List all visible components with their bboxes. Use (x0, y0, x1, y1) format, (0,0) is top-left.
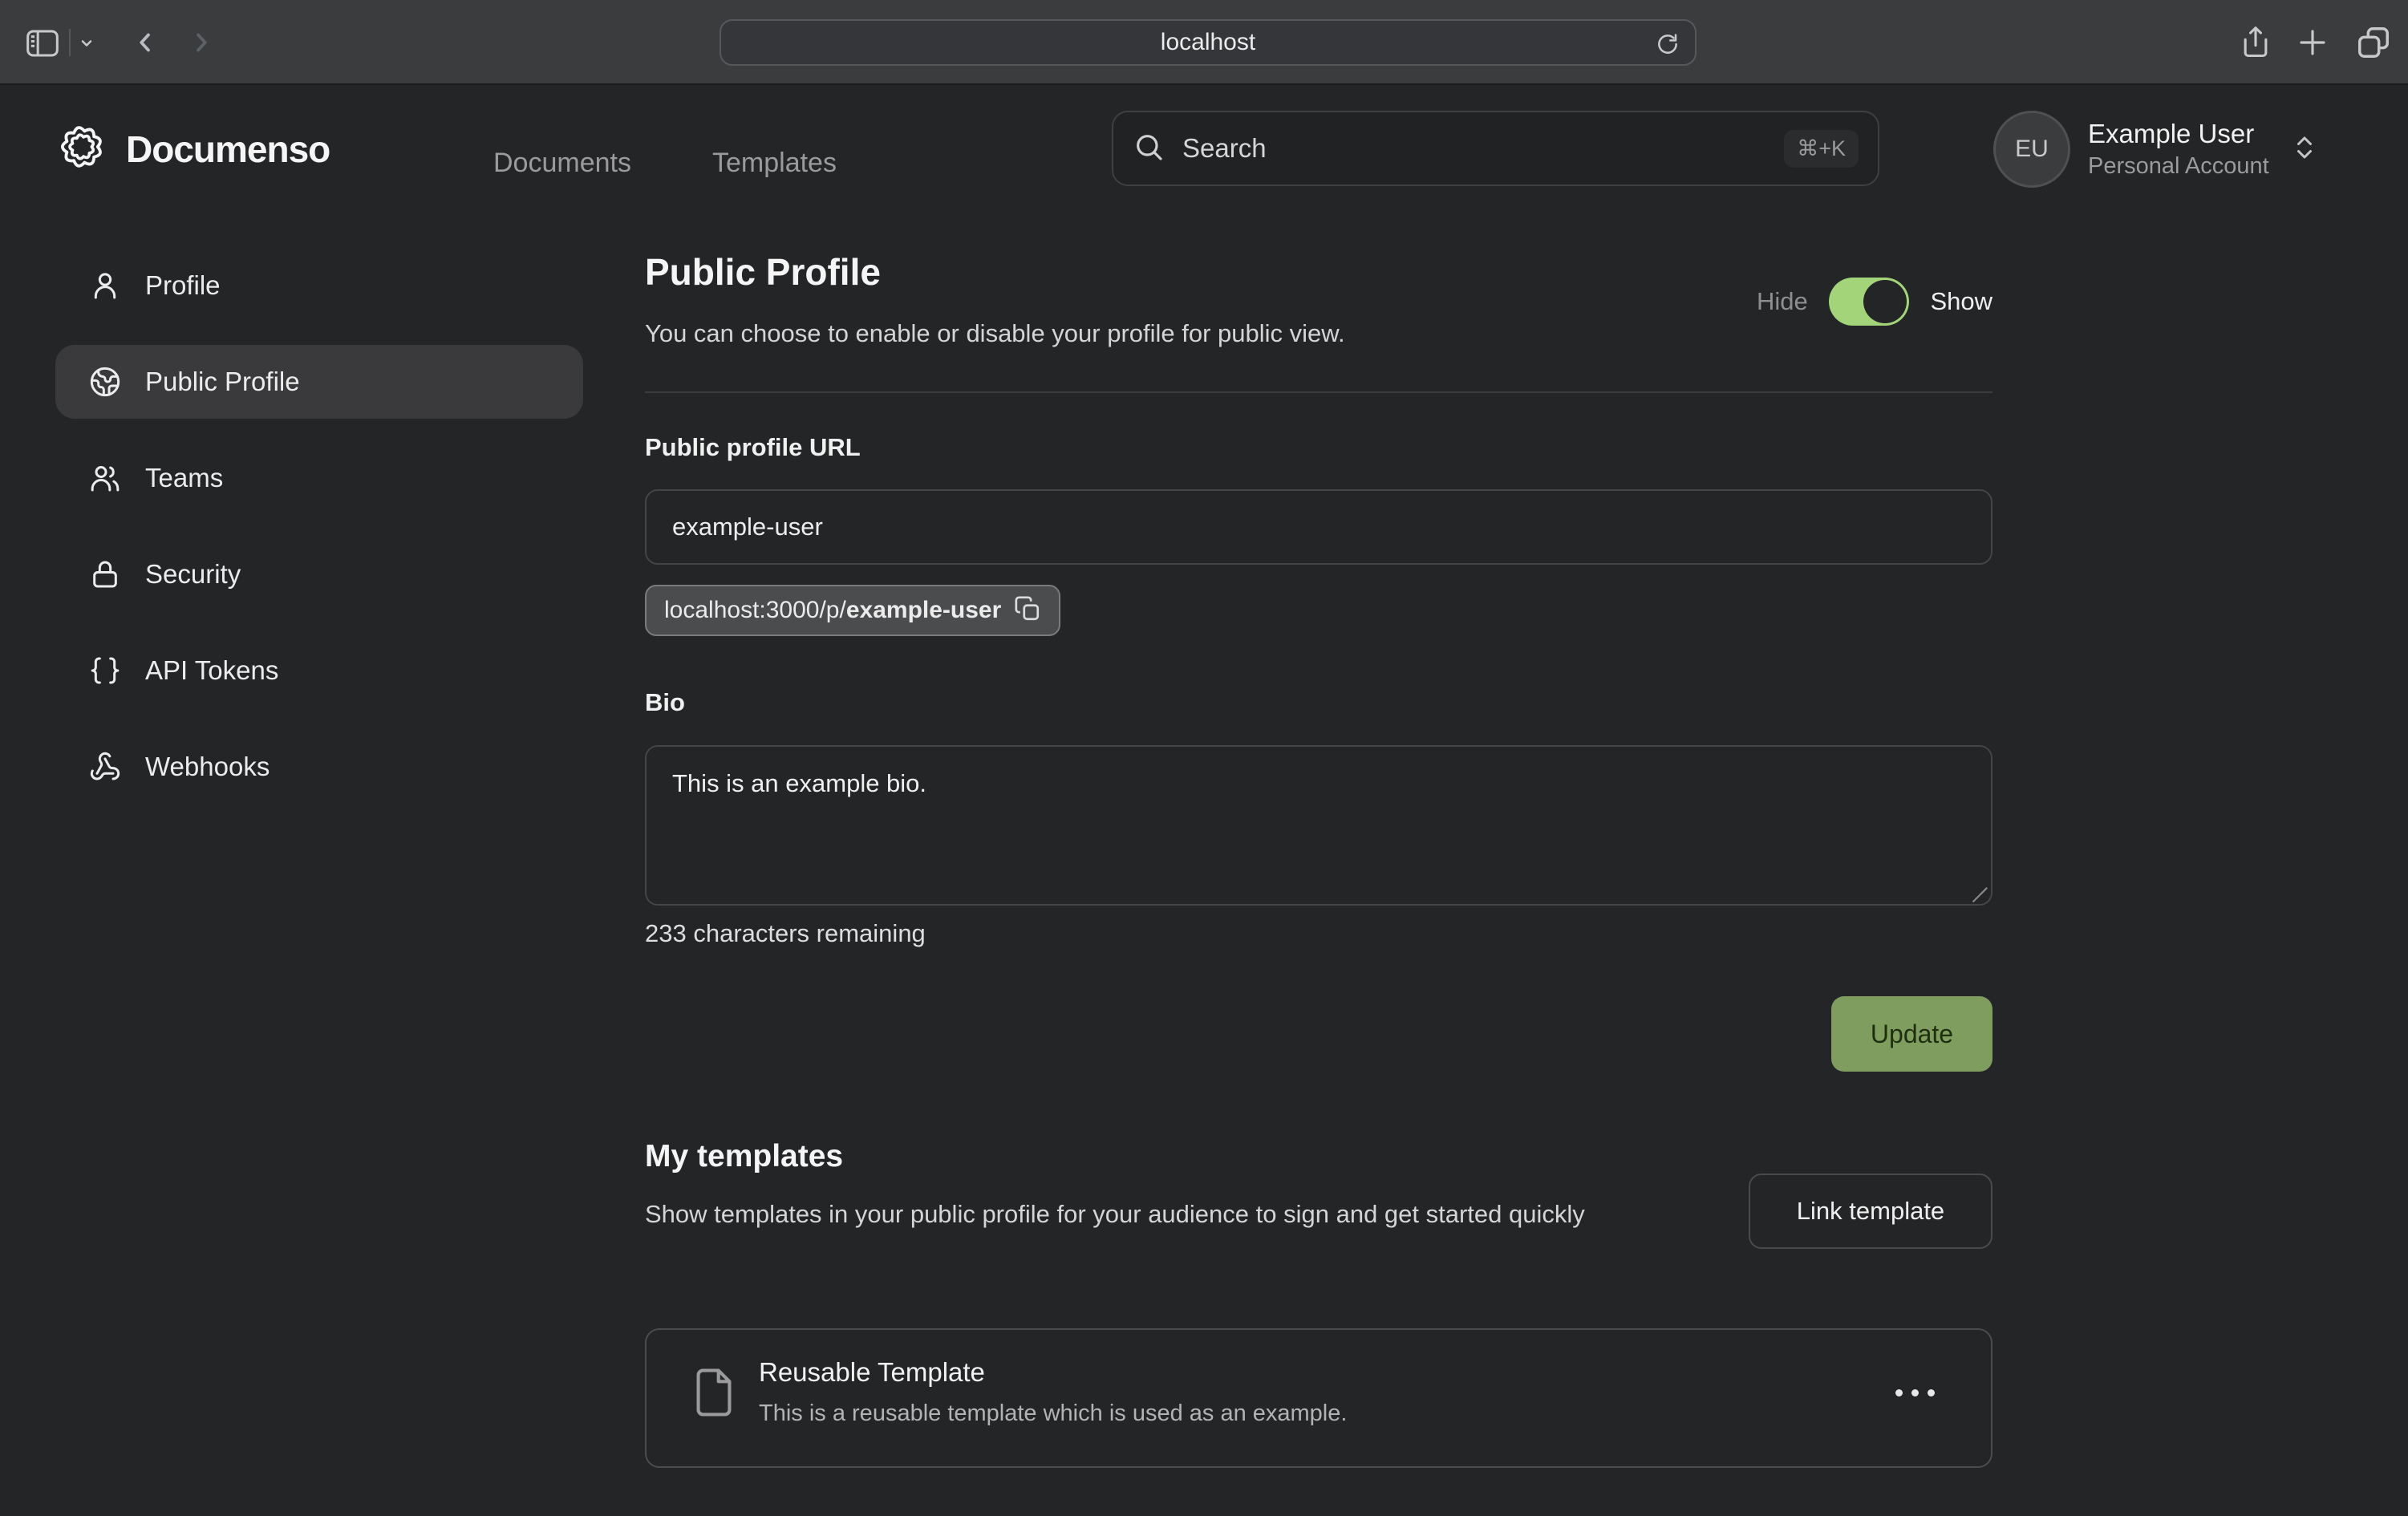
sidebar-item-api-tokens[interactable]: API Tokens (55, 634, 583, 707)
templates-section-description: Show templates in your public profile fo… (645, 1194, 1792, 1235)
sidebar-item-label: Security (145, 559, 241, 590)
user-account-type: Personal Account (2088, 151, 2269, 181)
new-tab-icon[interactable] (2296, 26, 2329, 59)
sidebar-item-label: Profile (145, 270, 221, 301)
bio-field-wrap: This is an example bio. (645, 745, 1992, 906)
toggle-on-label: Show (1930, 287, 1992, 316)
back-button-icon[interactable] (130, 27, 160, 58)
template-card[interactable]: Reusable Template This is a reusable tem… (645, 1328, 1992, 1468)
lock-icon (89, 558, 121, 590)
braces-icon (89, 655, 121, 687)
sidebar-item-label: API Tokens (145, 655, 278, 686)
toolbar-divider (69, 29, 71, 56)
more-options-icon[interactable] (1895, 1389, 1935, 1396)
settings-sidebar: Profile Public Profile Teams (55, 249, 583, 826)
public-profile-url-input[interactable] (645, 489, 1992, 565)
sidebar-item-label: Webhooks (145, 752, 270, 782)
documenso-logo-icon (55, 120, 108, 177)
sidebar-item-teams[interactable]: Teams (55, 441, 583, 515)
brand-name: Documenso (126, 128, 330, 171)
update-button[interactable]: Update (1831, 996, 1992, 1072)
bio-field-label: Bio (645, 688, 685, 717)
brand[interactable]: Documenso (55, 120, 330, 177)
avatar: EU (1993, 111, 2070, 188)
templates-section-title: My templates (645, 1139, 843, 1174)
sidebar-item-public-profile[interactable]: Public Profile (55, 345, 583, 419)
browser-toolbar: localhost (0, 0, 2408, 85)
section-divider (645, 391, 1992, 393)
bio-textarea[interactable]: This is an example bio. (645, 745, 1992, 906)
url-field-label: Public profile URL (645, 433, 861, 462)
sidebar-item-profile[interactable]: Profile (55, 249, 583, 322)
page-description: You can choose to enable or disable your… (645, 319, 1345, 348)
nav-documents[interactable]: Documents (493, 148, 631, 179)
template-description: This is a reusable template which is use… (759, 1400, 1347, 1427)
profile-visibility-switch[interactable] (1829, 278, 1910, 326)
user-info: Example User Personal Account (2088, 117, 2269, 181)
profile-url-copy-pill[interactable]: localhost:3000/p/example-user (645, 585, 1060, 636)
address-bar-url: localhost (1161, 29, 1255, 56)
window: localhost (0, 0, 2408, 1516)
sidebar-item-label: Teams (145, 463, 223, 493)
app-header: Documenso Documents Templates ⌘+K EU Exa… (0, 85, 2408, 221)
toggle-off-label: Hide (1757, 287, 1808, 316)
search-input[interactable] (1182, 133, 1784, 164)
chevrons-up-down-icon (2290, 133, 2319, 166)
user-name: Example User (2088, 117, 2269, 151)
sidebar-item-security[interactable]: Security (55, 537, 583, 611)
switch-knob (1863, 280, 1907, 323)
sidebar-item-webhooks[interactable]: Webhooks (55, 730, 583, 804)
forward-button-icon[interactable] (186, 27, 217, 58)
link-template-button[interactable]: Link template (1749, 1173, 1992, 1249)
search-icon (1133, 131, 1165, 167)
search-bar[interactable]: ⌘+K (1112, 111, 1879, 186)
reload-icon[interactable] (1655, 31, 1680, 57)
chevron-down-icon[interactable] (77, 35, 96, 51)
characters-remaining: 233 characters remaining (645, 919, 926, 948)
profile-url-preview: localhost:3000/p/example-user (664, 597, 1001, 624)
template-name: Reusable Template (759, 1357, 985, 1388)
address-bar[interactable]: localhost (720, 19, 1697, 66)
page-title: Public Profile (645, 250, 881, 294)
webhook-icon (89, 751, 121, 783)
sidebar-item-label: Public Profile (145, 367, 300, 397)
users-icon (89, 462, 121, 494)
globe-icon (89, 366, 121, 398)
tab-overview-icon[interactable] (2355, 24, 2392, 61)
copy-icon[interactable] (1014, 595, 1041, 626)
user-icon (89, 270, 121, 302)
user-menu[interactable]: EU Example User Personal Account (1993, 111, 2319, 188)
search-shortcut-badge: ⌘+K (1784, 130, 1859, 168)
sidebar-toggle-icon[interactable] (26, 30, 59, 57)
nav-templates[interactable]: Templates (712, 148, 837, 179)
share-icon[interactable] (2238, 24, 2273, 61)
file-icon (691, 1367, 736, 1422)
profile-visibility-toggle-row: Hide Show (1757, 278, 1992, 326)
